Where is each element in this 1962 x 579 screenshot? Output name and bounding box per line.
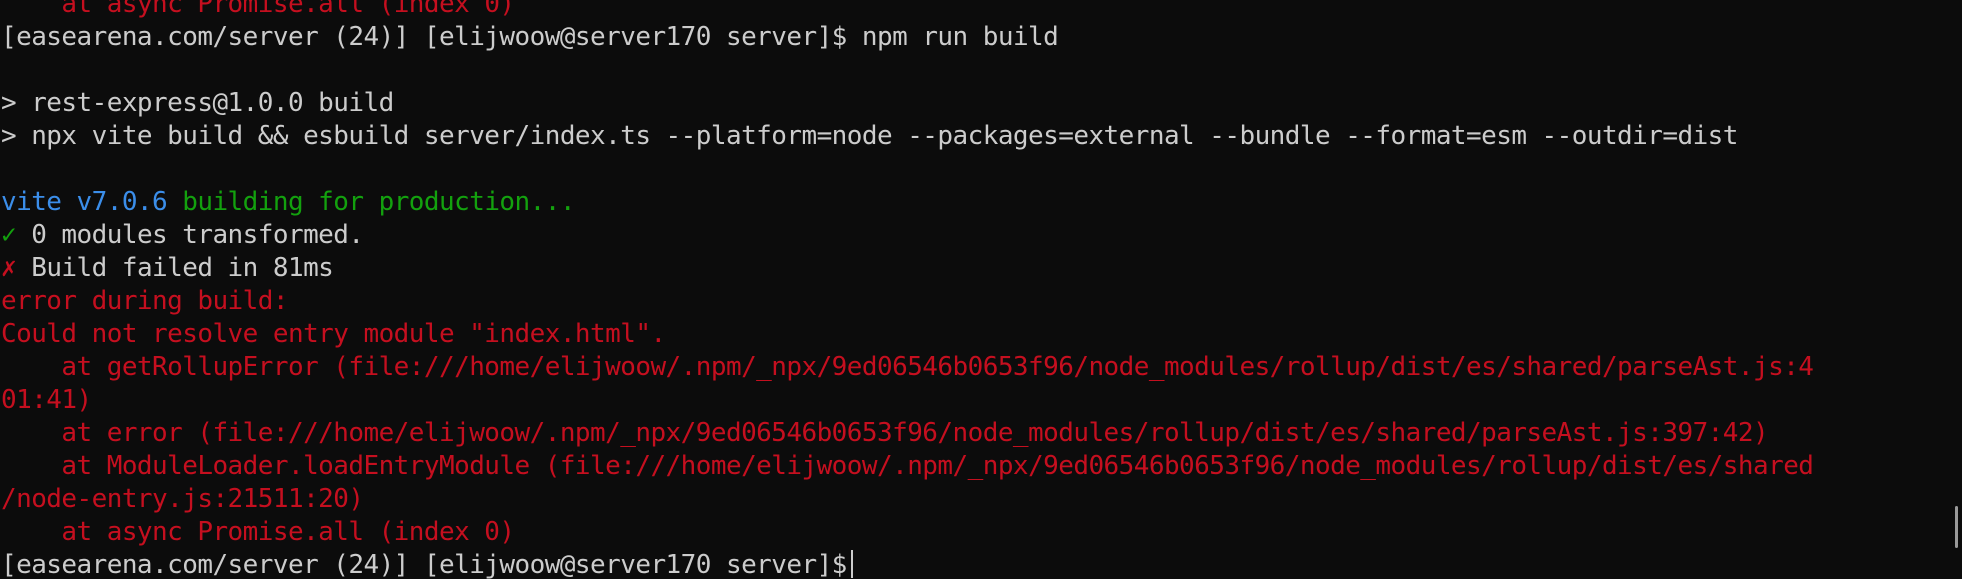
vite-status-line: vite v7.0.6 building for production... xyxy=(1,186,1922,219)
shell-prompt: [easearena.com/server (24)] [elijwoow@se… xyxy=(1,22,847,52)
text-cursor xyxy=(850,549,853,578)
prompt-line: [easearena.com/server (24)] [elijwoow@se… xyxy=(1,21,1922,54)
stack-line-partial: at async Promise.all (index 0) xyxy=(61,0,515,19)
stack-line: at error (file:///home/elijwoow/.npm/_np… xyxy=(1,418,1769,448)
typed-command: npm run build xyxy=(861,22,1059,52)
shell-prompt: [easearena.com/server (24)] [elijwoow@se… xyxy=(1,550,847,579)
vite-version: vite v7.0.6 xyxy=(1,187,168,217)
stack-line: 01:41) xyxy=(1,385,92,415)
stack-line: at getRollupError (file:///home/elijwoow… xyxy=(1,352,1814,382)
check-icon: ✓ xyxy=(1,220,17,250)
terminal-output: at async Promise.all (index 0) [easearen… xyxy=(1,0,1922,579)
error-message-line: Could not resolve entry module "index.ht… xyxy=(1,319,666,349)
script-header-line: > rest-express@1.0.0 build xyxy=(1,88,394,118)
build-failed-line: ✗ Build failed in 81ms xyxy=(1,252,1922,285)
stack-line: at ModuleLoader.loadEntryModule (file://… xyxy=(1,451,1814,481)
cross-icon: ✗ xyxy=(1,253,17,283)
stack-line: at async Promise.all (index 0) xyxy=(1,517,515,547)
script-command-line: > npx vite build && esbuild server/index… xyxy=(1,121,1738,151)
build-failed-text: Build failed in 81ms xyxy=(31,253,334,283)
terminal-line: at async Promise.all (index 0) xyxy=(1,0,1922,21)
scrollbar-thumb[interactable] xyxy=(1955,506,1958,548)
stack-line: /node-entry.js:21511:20) xyxy=(1,484,364,514)
scrollbar[interactable] xyxy=(1952,0,1962,579)
error-header-line: error during build: xyxy=(1,286,289,316)
modules-line: ✓ 0 modules transformed. xyxy=(1,219,1922,252)
vite-status: building for production... xyxy=(182,187,575,217)
modules-text: 0 modules transformed. xyxy=(31,220,364,250)
final-prompt-line[interactable]: [easearena.com/server (24)] [elijwoow@se… xyxy=(1,549,1922,579)
terminal-window[interactable]: at async Promise.all (index 0) [easearen… xyxy=(0,0,1962,579)
